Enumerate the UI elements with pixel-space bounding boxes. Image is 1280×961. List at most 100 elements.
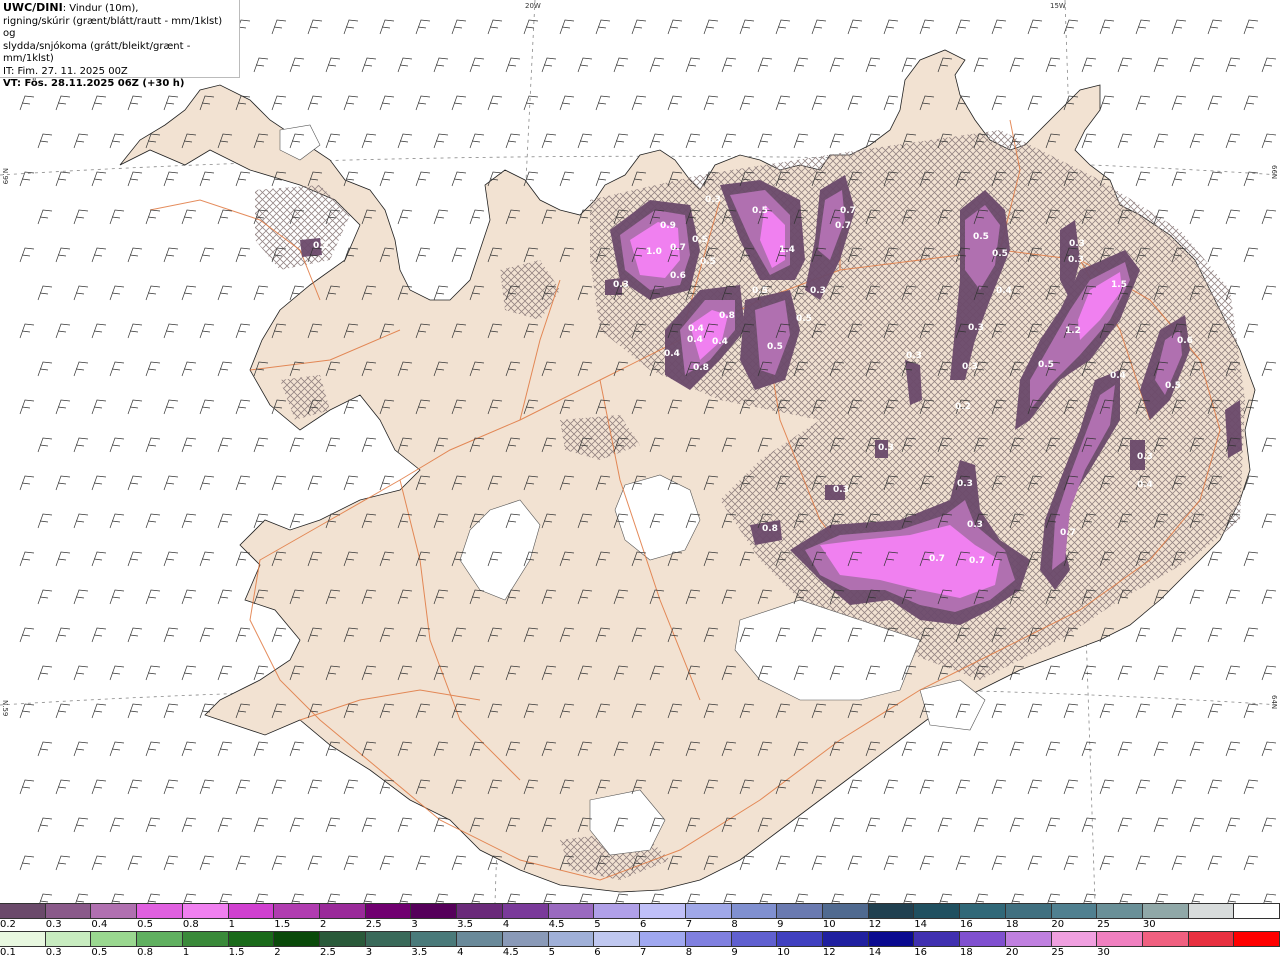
- snow-scale-label: 20: [1051, 919, 1065, 930]
- snow-scale-swatch: [91, 904, 138, 918]
- snow-scale-label: 1.5: [274, 919, 291, 930]
- snow-scale-swatch: [1051, 904, 1098, 918]
- precip-value-label: 0.5: [752, 206, 768, 216]
- header-desc-2: rigning/skúrir (grænt/blátt/rautt - mm/1…: [3, 15, 223, 40]
- rain-scale-label: 14: [868, 947, 882, 958]
- lon-label-20w: 20W: [525, 2, 541, 10]
- rain-scale-label: 2.5: [320, 947, 336, 958]
- snow-scale-label: 3: [411, 919, 418, 930]
- precip-value-label: 0.5: [767, 342, 783, 352]
- precip-value-label: 0.5: [752, 286, 768, 296]
- lat-label-right-65: 64N: [1270, 695, 1278, 710]
- header-desc-3: slydda/snjókoma (grátt/bleikt/grænt - mm…: [3, 40, 191, 65]
- rain-scale-swatch: [182, 932, 229, 946]
- rain-scale-label: 16: [914, 947, 928, 958]
- snow-scale-bar: [0, 903, 1280, 919]
- precip-value-label: 0.3: [613, 280, 629, 290]
- rain-scale-swatch: [365, 932, 412, 946]
- precip-value-label: 0.5: [1038, 360, 1054, 370]
- precip-value-label: 0.8: [719, 311, 735, 321]
- rain-scale-swatch: [411, 932, 458, 946]
- rain-scale-label: 12: [822, 947, 836, 958]
- rain-scale-label: 0.8: [137, 947, 154, 958]
- rain-scale-swatch: [1234, 932, 1280, 946]
- snow-scale-swatch: [502, 904, 549, 918]
- snow-scale-label: 2.5: [365, 919, 382, 930]
- snow-scale-swatch: [731, 904, 778, 918]
- rain-scale-swatch: [960, 932, 1006, 946]
- rain-scale-swatch: [731, 932, 778, 946]
- precip-value-label: 0.7: [670, 243, 686, 253]
- precip-value-label: 0.7: [840, 206, 856, 216]
- snow-scale-label: 0.4: [91, 919, 108, 930]
- precip-value-label: 0.5: [992, 249, 1008, 259]
- snow-scale-swatch: [365, 904, 412, 918]
- snow-scale-label: 2: [320, 919, 327, 930]
- precip-value-label: 0.6: [1177, 336, 1193, 346]
- snow-scale-swatch: [1188, 904, 1235, 918]
- precip-value-label: 0.3: [906, 351, 922, 361]
- valid-time: VT: Fös. 28.11.2025 06Z (+30 h): [3, 78, 185, 89]
- precip-value-label: 0.3: [967, 520, 983, 530]
- precip-value-label: 0.3: [962, 362, 978, 372]
- snow-scale-swatch: [1142, 904, 1189, 918]
- init-time: IT: Fim. 27. 11. 2025 00Z: [3, 65, 128, 77]
- model-name: UWC/DINI: [3, 1, 63, 14]
- precip-value-label: 0.4: [688, 324, 704, 334]
- lat-label-right-66: 66N: [1270, 165, 1278, 180]
- rain-scale-label: 8: [685, 947, 693, 958]
- rain-scale-swatch: [640, 932, 686, 946]
- rain-scale-swatch: [137, 932, 183, 946]
- rain-scale-label: 9: [731, 947, 738, 958]
- snow-scale-swatch: [1234, 904, 1280, 918]
- snow-scale-swatch: [411, 904, 458, 918]
- snow-scale-swatch: [274, 904, 321, 918]
- rain-scale-swatch: [914, 932, 961, 946]
- precip-value-label: 1.5: [1111, 280, 1127, 290]
- snow-color-scale: 0.2 0.3 0.4 0.5 0.8 1 1.5 2 2.5 3 3.5 4 4.5 5 6 7 8 9 10 12…: [0, 903, 1280, 933]
- snow-scale-label: 4.5: [548, 919, 565, 930]
- snow-scale-swatch: [1005, 904, 1052, 918]
- rain-scale-swatch: [1097, 932, 1143, 946]
- precip-value-label: 0.8: [762, 524, 778, 534]
- precip-value-label: 0.5: [1165, 381, 1181, 391]
- rain-scale-swatch: [228, 932, 275, 946]
- rain-scale-swatch: [777, 932, 823, 946]
- rain-scale-label: 5: [548, 947, 555, 958]
- rain-scale-swatch: [0, 932, 46, 946]
- rain-scale-label: 3.5: [411, 947, 428, 958]
- rain-scale-swatch: [1188, 932, 1235, 946]
- precip-value-label: 0.3: [878, 443, 894, 453]
- rain-scale-label: 20: [1005, 947, 1019, 958]
- rain-scale-label: 1: [182, 947, 190, 958]
- snow-scale-label: 0.8: [182, 919, 199, 930]
- rain-scale-swatch: [822, 932, 869, 946]
- snow-scale-label: 4: [502, 919, 510, 930]
- precip-value-label: 0.4: [996, 286, 1012, 296]
- precip-value-label: 0.3: [810, 286, 826, 296]
- rain-scale-label: 0.3: [45, 947, 62, 958]
- snow-scale-swatch: [0, 904, 46, 918]
- rain-scale-labels: 0.1 0.3 0.5 0.8 1 1.5 2 2.5 3 3.5 4 4.5 5 6 7 8 9 10 12 14 1…: [0, 947, 1280, 961]
- precip-value-label: 0.4: [1110, 371, 1126, 381]
- rain-scale-swatch: [685, 932, 732, 946]
- snow-scale-swatch: [640, 904, 686, 918]
- rain-scale-swatch: [868, 932, 915, 946]
- rain-scale-label: 25: [1051, 947, 1065, 958]
- snow-scale-swatch: [822, 904, 869, 918]
- lat-label-left-66: N.99: [1, 168, 9, 185]
- snow-scale-label: 3.5: [457, 919, 474, 930]
- snow-scale-swatch: [594, 904, 641, 918]
- precip-value-label: 0.4: [712, 337, 728, 347]
- snow-scale-label: 0.5: [137, 919, 154, 930]
- rain-color-scale: 0.1 0.3 0.5 0.8 1 1.5 2 2.5 3 3.5 4 4.5 5 6 7 8 9 10 12 14 1…: [0, 931, 1280, 961]
- rain-scale-bar: [0, 931, 1280, 947]
- snow-scale-swatch: [548, 904, 595, 918]
- rain-scale-swatch: [502, 932, 549, 946]
- snow-scale-swatch: [182, 904, 229, 918]
- rain-scale-label: 4.5: [502, 947, 519, 958]
- precip-value-label: 0.4: [687, 335, 703, 345]
- snow-scale-label: 14: [914, 919, 928, 930]
- precip-value-label: 1.2: [1065, 326, 1081, 336]
- rain-scale-label: 6: [594, 947, 601, 958]
